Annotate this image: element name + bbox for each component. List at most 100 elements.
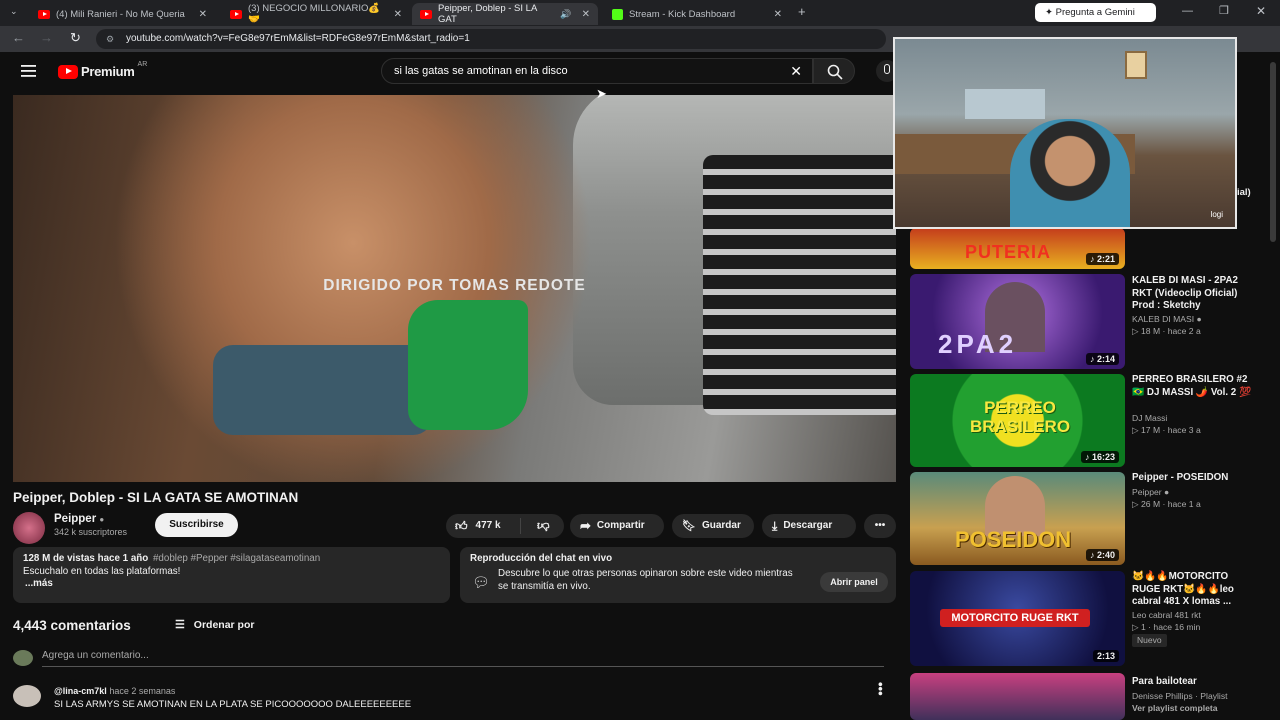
gemini-button[interactable]: ✦ Pregunta a Gemini xyxy=(1035,3,1156,22)
tab-2[interactable]: (3) NEGOCIO MILLONARIO💰🤝 ✕ xyxy=(222,3,410,25)
logo-text: Premium xyxy=(81,64,135,79)
share-button[interactable]: ➦ Compartir xyxy=(570,514,664,538)
view-full-playlist-link[interactable]: Ver playlist completa xyxy=(1132,702,1218,714)
search-input[interactable]: si las gatas se amotinan en la disco ✕ xyxy=(381,58,813,84)
more-actions-button[interactable]: ••• xyxy=(864,514,896,538)
region-code: AR xyxy=(137,61,148,68)
site-info-icon[interactable]: ⚙ xyxy=(106,29,114,49)
related-channel[interactable]: Leo cabral 481 rkt xyxy=(1132,609,1201,621)
related-channel[interactable]: Denisse Phillips · Playlist xyxy=(1132,690,1228,702)
restore-icon[interactable]: ❐ xyxy=(1219,4,1229,17)
related-thumbnail-0[interactable]: PUTERIA ♪ 2:21 xyxy=(910,228,1125,269)
like-count: 477 k xyxy=(475,520,501,531)
url-field[interactable]: ⚙ youtube.com/watch?v=FeG8e97rEmM&list=R… xyxy=(96,29,886,49)
tab-4[interactable]: Stream - Kick Dashboard ✕ xyxy=(604,3,790,25)
tab-label: (4) Mili Ranieri - No Me Queria xyxy=(56,8,185,20)
related-thumbnail-4[interactable]: MOTORCITO RUGE RKT 2:13 xyxy=(910,571,1125,666)
like-button[interactable]: 👍︎ 477 k xyxy=(446,518,521,534)
youtube-icon xyxy=(420,9,432,19)
tab-search-icon[interactable]: ⌄ xyxy=(10,6,18,17)
related-title[interactable]: PERREO BRASILERO #2 🇧🇷 DJ MASSI 🌶️ Vol. … xyxy=(1132,374,1257,399)
related-title[interactable]: Peipper - POSEIDON xyxy=(1132,472,1257,485)
sort-icon: ☰ xyxy=(175,619,185,631)
chat-icon: 💬︎ xyxy=(472,574,490,590)
duration-badge: ♪ 16:23 xyxy=(1080,451,1119,463)
view-count: 18 M xyxy=(1141,326,1161,336)
scrollbar[interactable] xyxy=(1270,62,1276,242)
sort-comments-button[interactable]: ☰ Ordenar por xyxy=(175,618,254,631)
duration-text: 2:14 xyxy=(1096,354,1115,364)
forward-icon[interactable]: → xyxy=(40,30,53,45)
minimize-icon[interactable]: — xyxy=(1182,5,1193,17)
channel-name[interactable]: Peipper ● xyxy=(54,513,104,525)
related-thumbnail-3[interactable]: POSEIDON ♪ 2:40 xyxy=(910,472,1125,565)
close-icon[interactable]: ✕ xyxy=(394,9,402,20)
user-avatar xyxy=(13,650,33,666)
related-thumbnail-1[interactable]: 2PA2 ♪ 2:14 xyxy=(910,274,1125,369)
duration-badge: ♪ 2:14 xyxy=(1085,353,1119,365)
new-tab-icon[interactable]: + xyxy=(798,4,806,19)
youtube-logo-icon xyxy=(58,64,78,79)
duration-text: 2:13 xyxy=(1096,651,1115,661)
verified-icon: ● xyxy=(99,515,105,524)
thumbs-down-icon[interactable]: 👍︎ xyxy=(537,514,550,538)
channel-avatar[interactable] xyxy=(13,512,45,544)
close-window-icon[interactable]: ✕ xyxy=(1256,4,1266,18)
related-title[interactable]: Para bailotear xyxy=(1132,676,1257,689)
comment-author[interactable]: @lina-cm7kl xyxy=(54,686,107,696)
related-channel[interactable]: KALEB DI MASI ● xyxy=(1132,313,1202,325)
clear-search-icon[interactable]: ✕ xyxy=(790,59,802,83)
close-icon[interactable]: ✕ xyxy=(199,9,207,20)
related-thumbnail-2[interactable]: PERREO BRASILERO ♪ 16:23 xyxy=(910,374,1125,467)
subscribe-button[interactable]: Suscribirse xyxy=(155,513,238,537)
open-panel-button[interactable]: Abrir panel xyxy=(820,572,888,592)
new-badge: Nuevo xyxy=(1132,634,1167,647)
show-more-link[interactable]: ...más xyxy=(23,578,440,591)
description-stats-line: 128 M de vistas hace 1 año #doblep #Pepp… xyxy=(23,553,440,566)
microphone-icon xyxy=(884,64,890,74)
partial-sidebar-text: ial) xyxy=(1237,187,1251,198)
tab-3-active[interactable]: Peipper, Doblep - SI LA GAT 🔊 ✕ xyxy=(412,3,598,25)
tab-label: (3) NEGOCIO MILLONARIO💰🤝 xyxy=(248,3,381,25)
bookmark-icon: 🔖︎ xyxy=(682,520,696,532)
close-icon[interactable]: ✕ xyxy=(774,9,782,20)
related-channel[interactable]: DJ Massi xyxy=(1132,412,1167,424)
video-player[interactable]: DIRIGIDO POR TOMAS REDOTE xyxy=(13,95,896,482)
commenter-avatar[interactable] xyxy=(13,685,41,707)
green-cloth xyxy=(408,300,528,430)
age-text: hace 3 a xyxy=(1167,425,1201,435)
close-icon[interactable]: ✕ xyxy=(582,9,590,20)
speaker-icon[interactable]: 🔊 xyxy=(560,9,571,20)
download-button[interactable]: ⤓ Descargar xyxy=(762,514,856,538)
comment-time[interactable]: hace 2 semanas xyxy=(109,686,175,696)
related-title[interactable]: 🐱🔥🔥MOTORCITO RUGE RKT🐱🔥🔥leo cabral 481 X… xyxy=(1132,571,1257,609)
related-meta: ▷ 26 M · hace 1 a xyxy=(1132,499,1201,509)
more-icon: ••• xyxy=(874,520,886,531)
thumbs-up-icon: 👍︎ xyxy=(455,519,468,533)
chat-replay-title: Reproducción del chat en vivo xyxy=(470,553,613,564)
webcam-background-poster xyxy=(965,89,1045,119)
back-icon[interactable]: ← xyxy=(12,30,25,45)
add-comment-input[interactable]: Agrega un comentario... xyxy=(42,650,884,667)
hashtags[interactable]: #doblep #Pepper #silagataseamotinan xyxy=(153,553,320,564)
verified-icon: ● xyxy=(1196,314,1202,324)
menu-icon[interactable] xyxy=(21,65,36,77)
thumbnail-text: POSEIDON xyxy=(955,527,1072,552)
video-caption: DIRIGIDO POR TOMAS REDOTE xyxy=(323,277,586,294)
gemini-button-label: Pregunta a Gemini xyxy=(1055,7,1135,18)
comment-menu-icon[interactable]: ••• xyxy=(873,682,888,696)
related-thumbnail-5[interactable] xyxy=(910,673,1125,720)
save-button[interactable]: 🔖︎ Guardar xyxy=(672,514,754,538)
reload-icon[interactable]: ↻ xyxy=(70,30,81,46)
comment-text: SI LAS ARMYS SE AMOTINAN EN LA PLATA SE … xyxy=(54,699,412,710)
search-button[interactable] xyxy=(813,58,855,84)
youtube-icon xyxy=(38,9,50,19)
description-box[interactable]: 128 M de vistas hace 1 año #doblep #Pepp… xyxy=(13,547,450,603)
chat-replay-box: Reproducción del chat en vivo 💬︎ Descubr… xyxy=(460,547,896,603)
related-channel[interactable]: Peipper ● xyxy=(1132,486,1169,498)
comment-header: @lina-cm7kl hace 2 semanas xyxy=(54,686,175,696)
tab-1[interactable]: (4) Mili Ranieri - No Me Queria ✕ xyxy=(30,3,215,25)
related-title[interactable]: KALEB DI MASI - 2PA2 RKT (Videoclip Ofic… xyxy=(1132,275,1257,313)
youtube-logo[interactable]: Premium AR xyxy=(58,61,148,79)
duration-text: 16:23 xyxy=(1091,452,1115,462)
